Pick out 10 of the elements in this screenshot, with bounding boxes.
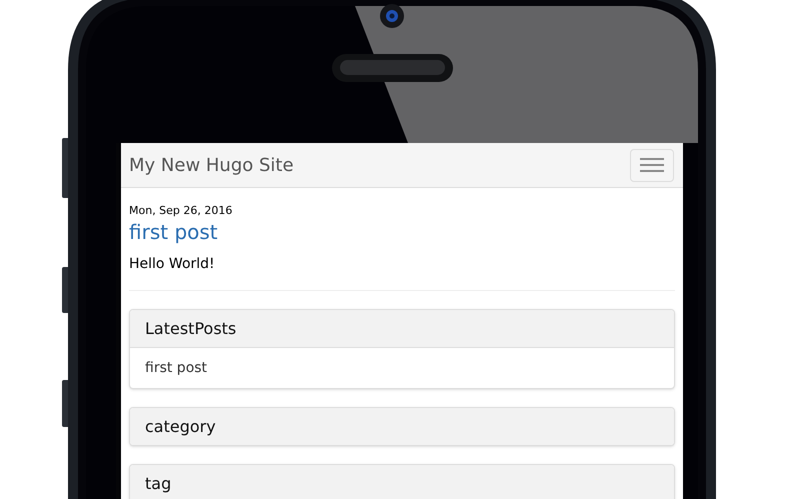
panel-heading: LatestPosts (130, 310, 674, 347)
panel-heading: category (130, 408, 674, 445)
panel-heading: tag (130, 465, 674, 499)
post-date: Mon, Sep 26, 2016 (129, 204, 234, 218)
post-body: Hello World! (129, 255, 216, 274)
site-title[interactable]: My New Hugo Site (129, 152, 294, 178)
latest-post-link[interactable]: first post (145, 358, 208, 378)
menu-toggle-button[interactable] (630, 148, 674, 182)
post-title-link[interactable]: first post (129, 218, 218, 246)
menu-icon (640, 158, 664, 172)
